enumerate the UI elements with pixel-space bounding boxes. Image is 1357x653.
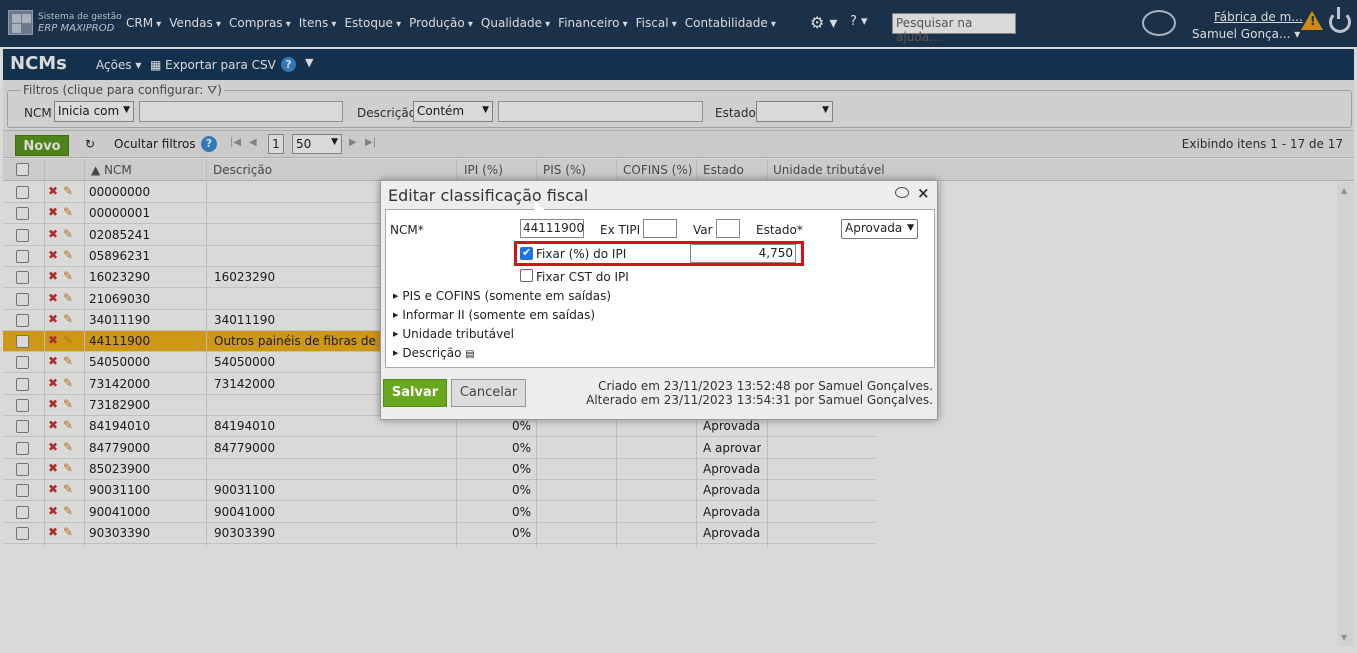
section-informar-ii[interactable]: Informar II (somente em saídas) — [393, 308, 595, 322]
fix-ipi-input[interactable]: 4,750 — [690, 244, 796, 263]
note-icon: ▤ — [465, 349, 475, 360]
save-button[interactable]: Salvar — [383, 379, 447, 407]
dialog-title: Editar classificação fiscal — [388, 186, 589, 205]
fix-cst-checkbox[interactable] — [520, 269, 533, 282]
ncm-input[interactable]: 44111900 — [520, 219, 584, 238]
estado-label: Estado* — [756, 223, 803, 237]
var-input[interactable] — [716, 219, 740, 238]
section-descricao[interactable]: Descrição ▤ — [393, 346, 475, 360]
close-icon[interactable]: × — [917, 184, 930, 202]
altered-info: Alterado em 23/11/2023 13:54:31 por Samu… — [586, 393, 933, 407]
ex-tipi-label: Ex TIPI — [600, 223, 641, 237]
ex-tipi-input[interactable] — [643, 219, 677, 238]
dialog-form: NCM* 44111900 Ex TIPI Var Estado* Aprova… — [385, 209, 935, 368]
cancel-button[interactable]: Cancelar — [451, 379, 526, 407]
created-info: Criado em 23/11/2023 13:52:48 por Samuel… — [598, 379, 933, 393]
var-label: Var — [693, 223, 713, 237]
fix-ipi-label: Fixar (%) do IPI — [536, 247, 627, 261]
fix-ipi-checkbox[interactable] — [520, 246, 533, 260]
section-pis-cofins[interactable]: PIS e COFINS (somente em saídas) — [393, 289, 611, 303]
ncm-label: NCM* — [390, 223, 424, 237]
estado-select[interactable]: Aprovada — [841, 219, 918, 239]
section-unidade-tributavel[interactable]: Unidade tributável — [393, 327, 514, 341]
comment-icon[interactable] — [895, 187, 909, 198]
edit-fiscal-classification-dialog: Editar classificação fiscal × NCM* 44111… — [380, 180, 938, 420]
fix-cst-label: Fixar CST do IPI — [536, 270, 629, 284]
section-descricao-label: Descrição — [402, 346, 462, 360]
